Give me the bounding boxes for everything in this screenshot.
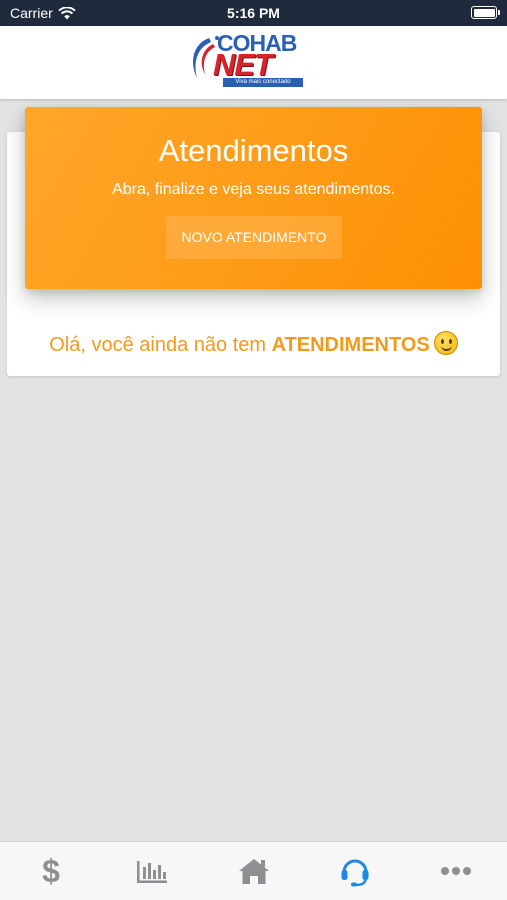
empty-state-message: Olá, você ainda não tem ATENDIMENTOS [0,331,507,357]
logo-tagline: Viva mais conectado [223,78,303,87]
more-icon [441,867,472,875]
empty-state-text: Olá, você ainda não tem [49,334,272,356]
tab-consumo[interactable] [101,842,202,900]
tab-mais[interactable] [406,842,507,900]
headset-icon [341,859,369,887]
status-bar: Carrier 5:16 PM [0,0,507,26]
status-time: 5:16 PM [227,5,280,21]
smile-emoji-icon [433,331,458,355]
tab-inicio[interactable] [203,842,304,900]
page-title: Atendimentos [158,133,349,168]
home-icon [238,859,269,884]
banner-subtitle: Abra, finalize e veja seus atendimentos. [112,181,395,198]
tab-bar: $ [0,841,507,900]
chart-icon [137,861,168,883]
svg-text:$: $ [42,854,60,888]
empty-state-highlight: ATENDIMENTOS [271,334,430,356]
app-header: COHAB NET Viva mais conectado [0,26,507,99]
atendimentos-banner: Atendimentos Abra, finalize e veja seus … [25,107,482,289]
tab-atendimentos[interactable] [304,842,405,900]
battery-icon [471,6,500,19]
cohabnet-logo: COHAB NET Viva mais conectado [187,28,322,90]
dollar-icon: $ [42,854,60,888]
tab-financeiro[interactable]: $ [0,842,101,900]
new-ticket-button[interactable]: NOVO ATENDIMENTO [166,216,342,259]
